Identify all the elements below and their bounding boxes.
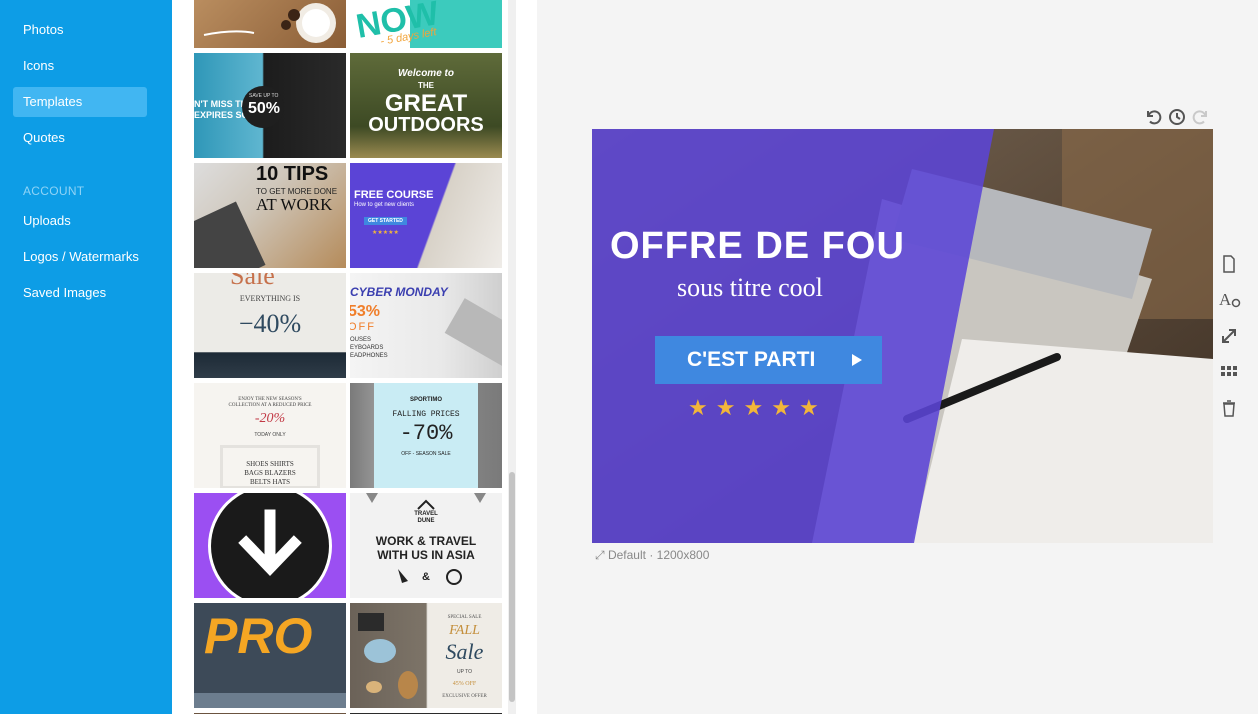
sale-percent: −40%	[238, 309, 302, 338]
page-icon[interactable]	[1219, 254, 1239, 274]
laptop-image	[194, 201, 266, 268]
template-thumb-pro[interactable]: PRO	[194, 603, 346, 708]
sidebar-item-templates[interactable]: Templates	[13, 87, 147, 117]
season-line-1: ENJOY THE NEW SEASON'S	[238, 397, 302, 402]
travel-amp: &	[422, 571, 430, 583]
svg-text:A: A	[1219, 290, 1232, 309]
sale-everything: EVERYTHING IS	[239, 294, 301, 303]
cyber-percent: 53%	[350, 303, 381, 320]
trash-icon[interactable]	[1219, 398, 1239, 418]
fall-percent: 45% OFF	[452, 681, 477, 687]
course-button: GET STARTED	[364, 217, 407, 225]
resize-icon[interactable]	[1219, 326, 1239, 346]
template-thumb-dont-miss[interactable]: N'T MISS THIS EXPIRES SOON SAVE UP TO 50…	[194, 53, 346, 158]
fall-special: SPECIAL SALE	[447, 615, 482, 620]
season-items-1: SHOES SHIRTS	[246, 460, 294, 468]
season-items-2: BAGS BLAZERS	[244, 469, 296, 477]
outdoors-outdoors: OUTDOORS	[368, 114, 484, 136]
play-arrow-icon	[852, 354, 862, 366]
template-thumb-fall-sale[interactable]: SPECIAL SALE FALL Sale UP TO 45% OFF EXC…	[350, 603, 502, 708]
cyber-item-1: OUSES	[350, 337, 372, 343]
falling-sub: OFF - SEASON SALE	[401, 451, 451, 457]
template-thumb-season-20[interactable]: ENJOY THE NEW SEASON'S COLLECTION AT A R…	[194, 383, 346, 488]
canvas-subtitle[interactable]: sous titre cool	[677, 273, 823, 303]
pro-strip	[194, 693, 346, 708]
template-thumb-coffee[interactable]	[194, 0, 346, 48]
sale-title: Sale	[230, 273, 275, 290]
undo-icon[interactable]	[1143, 107, 1163, 127]
fall-upto: UP TO	[456, 669, 472, 675]
canvas-headline[interactable]: OFFRE DE FOU	[610, 225, 905, 268]
template-thumb-the-now[interactable]: NOW - 5 days left	[350, 0, 502, 48]
fall-title: FALL	[449, 623, 480, 638]
season-items-3: BELTS HATS	[249, 478, 290, 486]
season-percent: -20%	[254, 411, 286, 426]
resize-small-icon: ⤢	[595, 548, 605, 562]
tips-work: AT WORK	[256, 195, 333, 214]
outdoors-welcome: Welcome to	[398, 68, 454, 79]
template-thumb-download[interactable]	[194, 493, 346, 598]
course-sub: How to get new clients	[354, 202, 415, 208]
sidebar-item-saved-images[interactable]: Saved Images	[13, 278, 147, 308]
fall-exclusive: EXCLUSIVE OFFER	[442, 694, 487, 699]
travel-title-2: WITH US IN ASIA	[377, 548, 475, 562]
template-thumb-cyber-monday[interactable]: CYBER MONDAY 53% OFF OUSES EYBOARDS EADP…	[350, 273, 502, 378]
canvas-cta-button[interactable]: C'EST PARTI	[655, 336, 882, 384]
tips-title: 10 TIPS	[256, 163, 329, 185]
star-icon: ★	[771, 395, 799, 420]
canvas-dimensions: · 1200x800	[649, 548, 710, 562]
season-today: TODAY ONLY	[254, 432, 286, 438]
season-line-2: COLLECTION AT A REDUCED PRICE	[228, 403, 312, 408]
templates-panel: NOW - 5 days left N'T MISS THIS EXPIRES …	[172, 0, 537, 714]
sidebar-item-logos-watermarks[interactable]: Logos / Watermarks	[13, 242, 147, 272]
falling-percent: -70%	[399, 421, 453, 446]
falling-brand: SPORTIMO	[409, 397, 442, 403]
star-icon: ★	[688, 395, 716, 420]
keyboard-image	[444, 298, 502, 368]
sidebar-item-icons[interactable]: Icons	[13, 51, 147, 81]
cyber-item-2: EYBOARDS	[350, 345, 384, 351]
text-style-icon[interactable]: A	[1219, 290, 1241, 310]
redo-icon[interactable]	[1191, 107, 1211, 127]
template-thumb-travel-dune[interactable]: TRAVEL DUNE WORK & TRAVEL WITH US IN ASI…	[350, 493, 502, 598]
travel-title-1: WORK & TRAVEL	[375, 534, 477, 548]
course-stars: ★★★★★	[372, 230, 399, 236]
course-title: FREE COURSE	[354, 189, 434, 201]
travel-brand-2: DUNE	[417, 518, 435, 524]
canvas-cta-label: C'EST PARTI	[687, 348, 816, 371]
account-heading: ACCOUNT	[23, 184, 85, 198]
fall-sale-title: Sale	[445, 639, 484, 664]
sidebar: Photos Icons Templates Quotes ACCOUNT Up…	[0, 0, 172, 714]
badge-top-text: SAVE UP TO	[249, 93, 279, 99]
templates-scrollbar[interactable]	[509, 472, 515, 702]
design-canvas[interactable]: OFFRE DE FOU sous titre cool C'EST PARTI…	[592, 129, 1213, 543]
falling-title: FALLING PRICES	[392, 410, 460, 419]
canvas-size-info[interactable]: ⤢ Default · 1200x800	[595, 548, 709, 563]
download-arrow-icon	[208, 493, 332, 598]
coffee-cup-image	[203, 3, 336, 43]
sidebar-item-quotes[interactable]: Quotes	[13, 123, 147, 153]
canvas-rating-stars[interactable]: ★★★★★	[688, 395, 827, 421]
sidebar-item-photos[interactable]: Photos	[13, 15, 147, 45]
cyber-title: CYBER MONDAY	[350, 285, 448, 299]
badge-value: 50%	[248, 100, 281, 117]
template-thumb-free-course[interactable]: FREE COURSE How to get new clients GET S…	[350, 163, 502, 268]
cyber-off: OFF	[350, 321, 376, 333]
template-thumb-sale-40[interactable]: Sale EVERYTHING IS −40%	[194, 273, 346, 378]
sidebar-item-uploads[interactable]: Uploads	[13, 206, 147, 236]
cyber-item-3: EADPHONES	[350, 353, 388, 359]
template-thumb-great-outdoors[interactable]: Welcome to THE GREAT OUTDOORS	[350, 53, 502, 158]
canvas-preset-label: Default	[607, 548, 646, 562]
template-thumb-10-tips[interactable]: 10 TIPS TO GET MORE DONE AT WORK	[194, 163, 346, 268]
history-icon[interactable]	[1167, 107, 1187, 127]
fall-items-image	[358, 613, 418, 699]
star-icon: ★	[715, 395, 744, 420]
star-icon: ★	[743, 395, 772, 420]
template-thumb-falling-prices[interactable]: SPORTIMO FALLING PRICES -70% OFF - SEASO…	[350, 383, 502, 488]
grid-icon[interactable]	[1219, 362, 1239, 382]
pro-title: PRO	[204, 608, 313, 664]
star-icon: ★	[798, 395, 827, 420]
outdoors-the: THE	[418, 81, 434, 90]
travel-brand-1: TRAVEL	[414, 511, 438, 517]
